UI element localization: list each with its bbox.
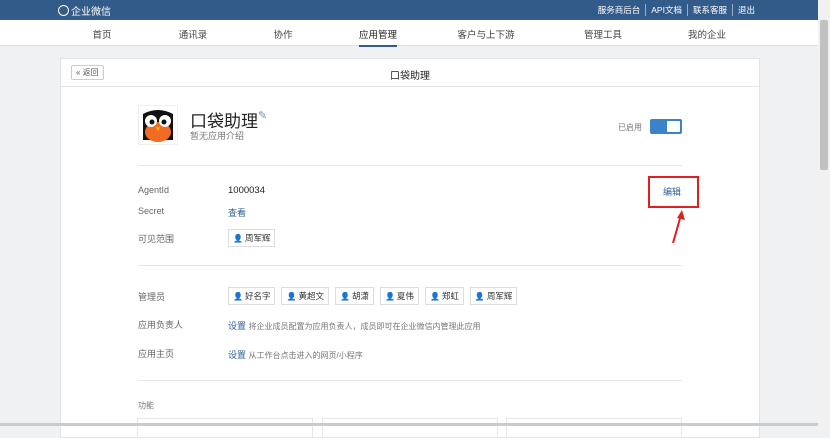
tab-contacts[interactable]: 通讯录 [179,27,208,41]
tab-home[interactable]: 首页 [92,27,111,41]
divider [138,265,682,266]
admin-name: 周军辉 [486,291,513,301]
set-homepage-link[interactable]: 设置 [228,350,246,360]
highlight-box [648,176,699,208]
divider [138,380,682,381]
tab-customers[interactable]: 客户与上下游 [457,27,514,41]
person-icon: 👤 [339,291,350,301]
tab-tools[interactable]: 管理工具 [584,27,622,41]
divider [138,165,682,166]
person-icon: 👤 [286,291,297,301]
card-header: « 返回 口袋助理 [61,59,759,87]
feature-card[interactable] [506,418,682,438]
person-icon: 👤 [233,291,243,301]
app-icon [138,105,178,145]
vertical-scrollbar[interactable] [818,0,830,426]
admin-tag[interactable]: 👤 周军辉 [469,287,518,305]
member-tag[interactable]: 👤 周军辉 [228,229,276,247]
admin-name: 好名字 [244,291,271,301]
admin-name: 夏伟 [396,291,414,301]
homepage-hint: 从工作台点击进入的网页/小程序 [248,351,363,360]
status-label: 已启用 [618,123,642,132]
edit-name-icon[interactable]: ✎ [258,109,267,122]
secret-label: Secret [138,206,165,216]
wecom-logo-icon [58,5,69,16]
set-owner-link[interactable]: 设置 [228,321,246,331]
annotation-arrow-icon [672,210,685,244]
admin-tag[interactable]: 👤 夏伟 [379,287,419,305]
admins-label: 管理员 [138,292,166,302]
scrollbar-thumb[interactable] [820,20,828,170]
features-label: 功能 [138,401,154,410]
link-logout[interactable]: 退出 [731,4,760,16]
person-icon: 👤 [429,291,440,301]
top-bar: 企业微信 服务商后台 API文档 联系客服 退出 [0,0,818,20]
link-service-provider[interactable]: 服务商后台 [593,4,646,16]
enable-toggle[interactable] [650,119,682,134]
tab-my-company[interactable]: 我的企业 [688,27,726,41]
feature-card[interactable] [137,418,313,438]
main-nav: 首页 通讯录 协作 应用管理 客户与上下游 管理工具 我的企业 [0,20,818,47]
link-api-docs[interactable]: API文档 [645,4,687,16]
logo[interactable]: 企业微信 [58,3,111,18]
top-links: 服务商后台 API文档 联系客服 退出 [593,4,760,16]
admin-tag[interactable]: 👤 好名字 [228,287,276,305]
person-icon: 👤 [233,233,243,243]
admin-tag[interactable]: 👤 黄超文 [281,287,329,305]
admins-list: 👤 好名字 👤 黄超文 👤 胡潇 👤 夏伟 👤 郑虹 👤 周军辉 [228,287,518,305]
member-name: 周军辉 [244,233,271,243]
link-contact-support[interactable]: 联系客服 [686,4,732,16]
feature-card[interactable] [322,418,498,438]
scope-list: 👤 周军辉 [228,229,276,247]
scope-label: 可见范围 [138,234,175,244]
tab-app-management[interactable]: 应用管理 [358,27,398,47]
owner-hint: 将企业成员配置为应用负责人，成员即可在企业微信内管理此应用 [248,322,481,331]
logo-text: 企业微信 [71,7,111,18]
agentid-label: AgentId [138,185,170,195]
view-secret-link[interactable]: 查看 [228,206,246,219]
admin-tag[interactable]: 👤 郑虹 [424,287,464,305]
app-description: 暂无应用介绍 [190,131,245,141]
admin-name: 郑虹 [441,291,459,301]
tab-collaboration[interactable]: 协作 [273,27,292,41]
admin-tag[interactable]: 👤 胡潇 [334,287,374,305]
page-title: 口袋助理 [390,71,430,82]
person-icon: 👤 [474,291,485,301]
person-icon: 👤 [384,291,395,301]
agentid-value: 1000034 [228,185,265,196]
admin-name: 胡潇 [351,291,369,301]
homepage-label: 应用主页 [138,349,175,359]
owner-label: 应用负责人 [138,320,184,330]
admin-name: 黄超文 [298,291,324,301]
app-detail-card: « 返回 口袋助理 口袋助理 ✎ 暂无应用介绍 已启用 AgentId 1000… [60,58,760,438]
